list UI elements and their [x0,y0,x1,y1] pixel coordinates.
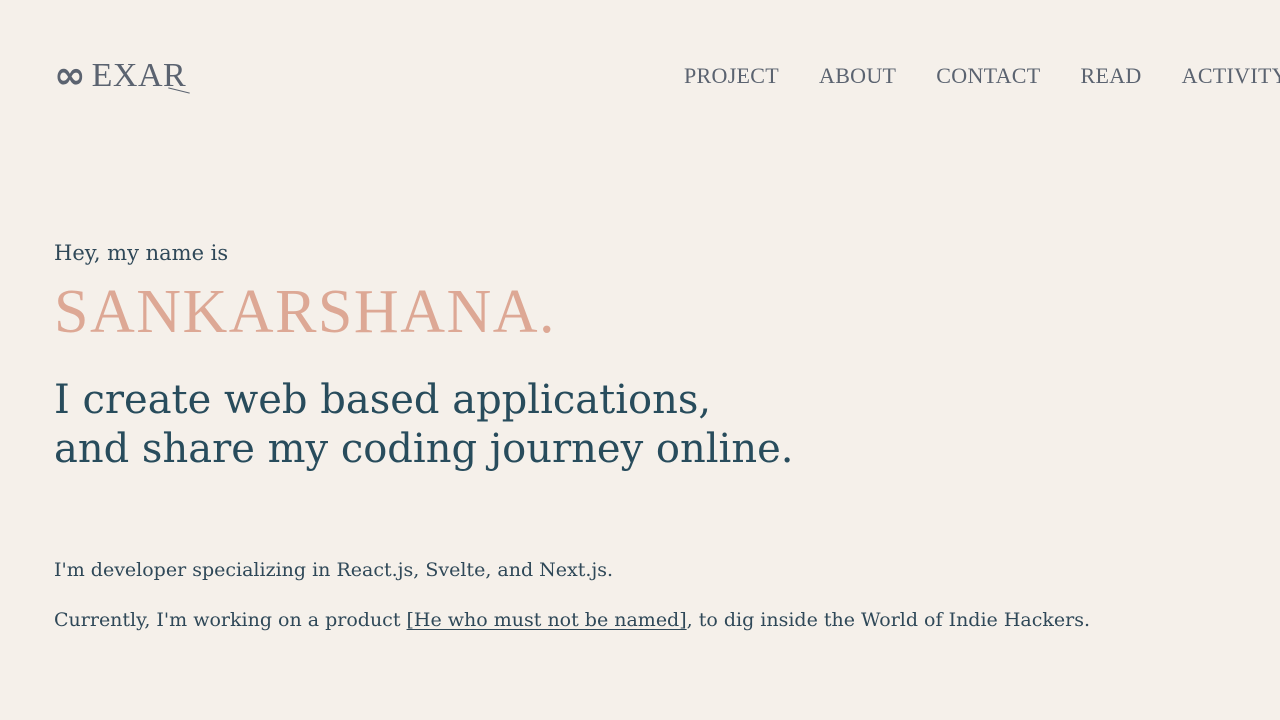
main-nav: PROJECT ABOUT CONTACT READ ACTIVITY [684,63,1280,89]
nav-item-contact[interactable]: CONTACT [936,63,1040,89]
nav-item-read[interactable]: READ [1081,63,1142,89]
nav-item-project[interactable]: PROJECT [684,63,779,89]
intro-text: Hey, my name is [54,241,229,265]
tagline-line-1: I create web based applications, [54,377,712,423]
paragraph-2-suffix: , to dig inside the World of Indie Hacke… [686,609,1091,631]
infinity-icon: ∞ [54,53,86,97]
nav-item-about[interactable]: ABOUT [819,63,896,89]
hero-tagline: I create web based applications, and sha… [54,376,793,474]
about-paragraph-1: I'm developer specializing in React.js, … [54,559,614,581]
product-link[interactable]: [He who must not be named] [407,609,687,631]
logo-text: EXAR [91,57,187,94]
about-paragraph-2: Currently, I'm working on a product [He … [54,606,1090,634]
site-header: ∞ EXAR PROJECT ABOUT CONTACT READ ACTIVI… [0,0,1280,150]
nav-item-activity[interactable]: ACTIVITY [1182,63,1280,89]
hero-name: SANKARSHANA. [54,278,557,346]
logo-link[interactable]: ∞ EXAR [54,53,187,97]
tagline-line-2: and share my coding journey online. [54,426,794,472]
paragraph-2-prefix: Currently, I'm working on a product [54,609,407,631]
